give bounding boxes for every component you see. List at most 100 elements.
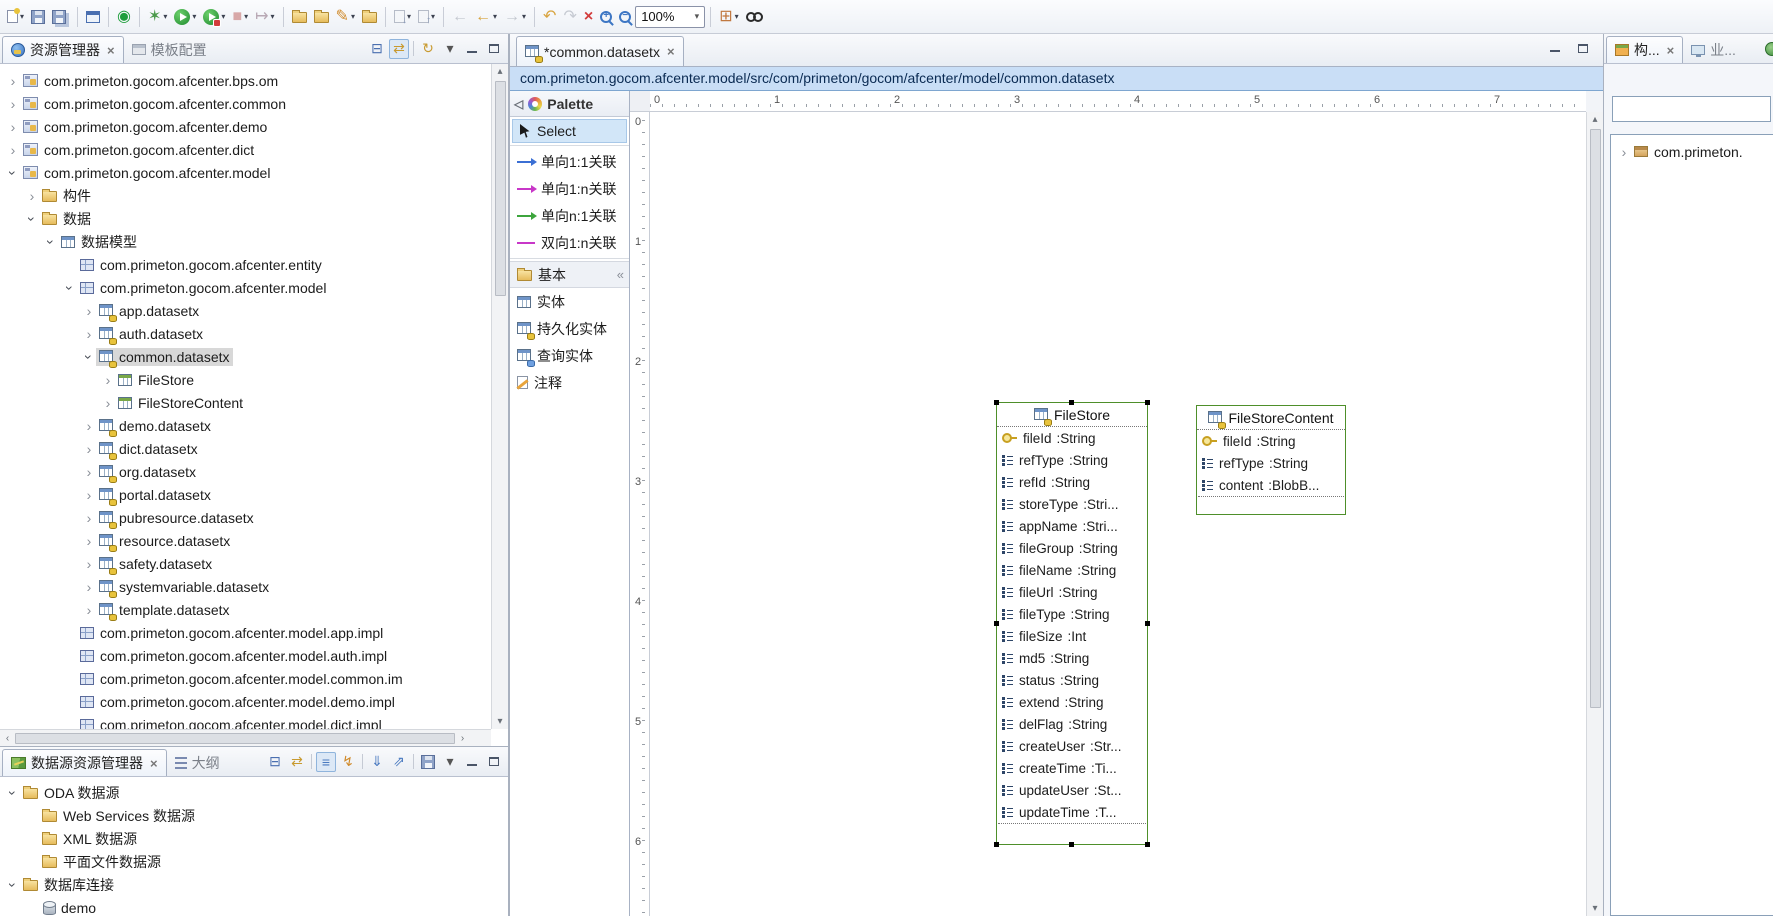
selection-handle[interactable] (1145, 400, 1150, 405)
zoom-level-button[interactable]: 100%▾ (635, 6, 705, 28)
back-disabled-button[interactable]: ← (449, 4, 471, 30)
entity-field[interactable]: appName:Stri... (997, 515, 1147, 537)
chevron-collapsed-icon[interactable]: › (1617, 145, 1631, 159)
entity-field[interactable]: refType:String (1197, 452, 1345, 474)
tree-item[interactable]: ›demo.datasetx (0, 414, 491, 437)
palette-collapse-icon[interactable]: ◁ (514, 97, 523, 111)
palette-item-持久化实体[interactable]: 持久化实体 (510, 315, 629, 342)
chevron-expanded-icon[interactable]: › (6, 878, 20, 892)
check-in-button[interactable]: ▾ (391, 4, 414, 30)
tab-close-icon[interactable]: × (107, 43, 115, 58)
tree-item[interactable]: ›portal.datasetx (0, 483, 491, 506)
tab-business[interactable]: 业... (1683, 36, 1744, 63)
deploy-button[interactable]: ✎▾ (333, 4, 358, 30)
tree-item[interactable]: ›com.primeton.gocom.afcenter.bps.om (0, 69, 491, 92)
link-with-editor-button[interactable]: ⇄ (389, 39, 409, 59)
entity-field[interactable]: updateTime:T... (997, 801, 1147, 823)
search-button[interactable] (743, 4, 766, 30)
palette-item-注释[interactable]: 注释 (510, 369, 629, 396)
export-package-button[interactable] (359, 4, 380, 30)
tree-item[interactable]: demo (0, 896, 508, 916)
tree-item[interactable]: ›resource.datasetx (0, 529, 491, 552)
chevron-collapsed-icon[interactable]: › (82, 327, 96, 341)
minimize-button[interactable] (1545, 38, 1565, 58)
chevron-collapsed-icon[interactable]: › (82, 580, 96, 594)
tree-item[interactable]: XML 数据源 (0, 827, 508, 850)
explorer-horizontal-scrollbar[interactable]: ‹ › (0, 729, 491, 746)
selection-handle[interactable] (994, 400, 999, 405)
selection-handle[interactable] (1069, 842, 1074, 847)
entity-field[interactable]: createUser:Str... (997, 735, 1147, 757)
selection-handle[interactable] (994, 621, 999, 626)
entity-box[interactable]: FileStoreContentfileId:StringrefType:Str… (1196, 405, 1346, 515)
view-menu-button[interactable]: ▾ (440, 39, 460, 59)
palette-section-basic[interactable]: 基本« (510, 261, 629, 288)
tab-datasource-explorer[interactable]: 数据源资源管理器× (2, 749, 167, 776)
entity-field[interactable]: fileId:String (1197, 430, 1345, 452)
tree-mode-button[interactable]: ≡ (316, 752, 336, 772)
scroll-down-icon[interactable]: ▾ (1588, 901, 1603, 916)
forward-button[interactable]: →▾ (501, 4, 529, 30)
tree-item[interactable]: com.primeton.gocom.afcenter.model.app.im… (0, 621, 491, 644)
entity-box[interactable]: FileStorefileId:StringrefType:StringrefI… (996, 402, 1148, 845)
tree-item[interactable]: ›数据 (0, 207, 491, 230)
minimize-button[interactable] (462, 39, 482, 59)
save-button[interactable] (28, 4, 48, 30)
tab-resource-explorer[interactable]: 资源管理器× (2, 36, 124, 63)
entity-field[interactable]: md5:String (997, 647, 1147, 669)
import-config-button[interactable]: ⇓ (367, 752, 387, 772)
collapse-all-button[interactable]: ⊟ (367, 39, 387, 59)
scrollbar-thumb[interactable] (495, 81, 506, 296)
view-menu-button[interactable]: ▾ (440, 752, 460, 772)
chevron-collapsed-icon[interactable]: › (6, 120, 20, 134)
scroll-down-icon[interactable]: ▾ (493, 714, 508, 729)
chevron-collapsed-icon[interactable]: › (82, 488, 96, 502)
tree-item[interactable]: ›ODA 数据源 (0, 781, 508, 804)
palette-select-tool[interactable]: Select (512, 119, 627, 143)
tree-item[interactable]: ›com.primeton.gocom.afcenter.model (0, 161, 491, 184)
tab-close-icon[interactable]: × (1667, 43, 1675, 58)
entity-field[interactable]: fileUrl:String (997, 581, 1147, 603)
entity-field[interactable]: extend:String (997, 691, 1147, 713)
refresh-button[interactable]: ↻ (418, 39, 438, 59)
maximize-button[interactable] (484, 752, 504, 772)
tree-item[interactable]: ›dict.datasetx (0, 437, 491, 460)
selection-handle[interactable] (1145, 621, 1150, 626)
selection-handle[interactable] (994, 842, 999, 847)
chevron-collapsed-icon[interactable]: › (101, 373, 115, 387)
entity-field[interactable]: delFlag:String (997, 713, 1147, 735)
tab-close-icon[interactable]: × (667, 44, 675, 59)
zoom-in-button[interactable] (597, 4, 615, 30)
collapse-all-button[interactable]: ⊟ (265, 752, 285, 772)
tree-item[interactable]: com.primeton.gocom.afcenter.model.dict.i… (0, 713, 491, 729)
palette-tool-双向1:n关联[interactable]: 双向1:n关联 (510, 229, 629, 256)
entity-field[interactable]: fileSize:Int (997, 625, 1147, 647)
tree-item[interactable]: com.primeton.gocom.afcenter.model.auth.i… (0, 644, 491, 667)
entity-field[interactable]: createTime:Ti... (997, 757, 1147, 779)
tree-item[interactable]: ›app.datasetx (0, 299, 491, 322)
tab-template-config[interactable]: 模板配置 (124, 36, 215, 63)
back-button[interactable]: ←▾ (472, 4, 500, 30)
chevron-collapsed-icon[interactable]: › (82, 442, 96, 456)
chevron-collapsed-icon[interactable]: › (6, 143, 20, 157)
scroll-up-icon[interactable]: ▴ (1588, 112, 1603, 127)
tree-item[interactable]: com.primeton.gocom.afcenter.entity (0, 253, 491, 276)
zoom-out-button[interactable] (616, 4, 634, 30)
maximize-button[interactable] (1573, 38, 1593, 58)
tree-item[interactable]: ›FileStoreContent (0, 391, 491, 414)
tree-item[interactable]: ›common.datasetx (0, 345, 491, 368)
scroll-up-icon[interactable]: ▴ (493, 64, 508, 79)
tree-item[interactable]: Web Services 数据源 (0, 804, 508, 827)
tree-item[interactable]: ›FileStore (0, 368, 491, 391)
palette-tool-单向n:1关联[interactable]: 单向n:1关联 (510, 202, 629, 229)
tree-item[interactable]: ›数据库连接 (0, 873, 508, 896)
chevron-collapsed-icon[interactable]: › (101, 396, 115, 410)
open-resource-button[interactable] (289, 4, 310, 30)
connect-button[interactable]: ↯ (338, 752, 358, 772)
start-server-button[interactable]: ◉ (114, 4, 134, 30)
tree-item[interactable]: ›systemvariable.datasetx (0, 575, 491, 598)
tree-item[interactable]: 平面文件数据源 (0, 850, 508, 873)
chevron-collapsed-icon[interactable]: › (82, 419, 96, 433)
chevron-collapsed-icon[interactable]: › (25, 189, 39, 203)
palette-item-查询实体[interactable]: 查询实体 (510, 342, 629, 369)
